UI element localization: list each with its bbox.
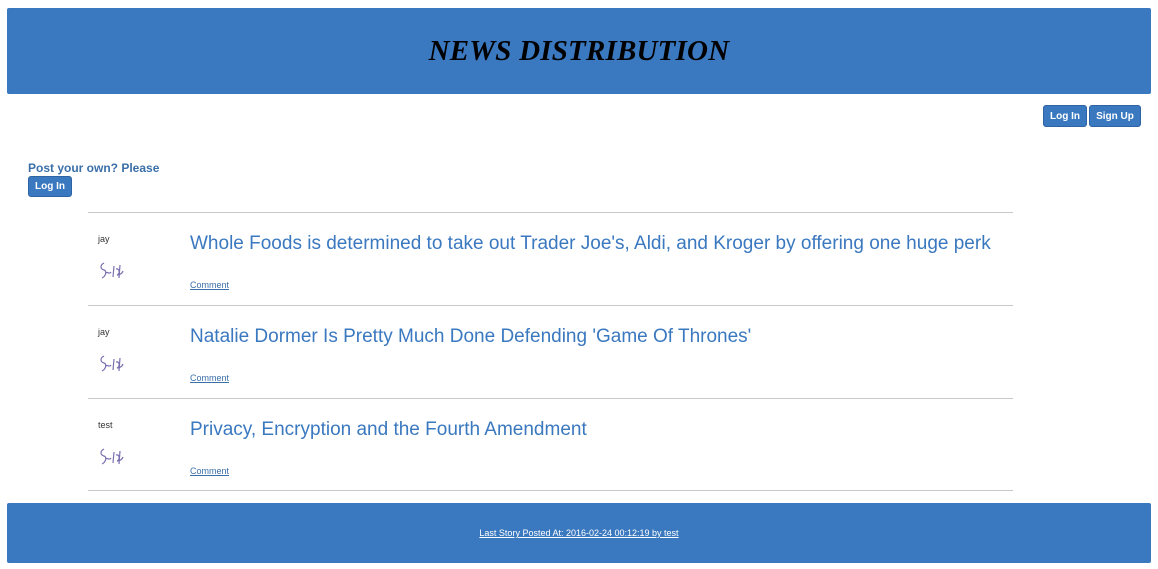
post-login-button[interactable]: Log In [28, 176, 72, 197]
comment-link[interactable]: Comment [190, 280, 229, 290]
story-author: jay [98, 234, 110, 244]
story-list: jay Whole Foods is determined to take ou… [88, 212, 1013, 491]
signature-icon [100, 262, 124, 279]
comment-link[interactable]: Comment [190, 466, 229, 476]
story-author: test [98, 420, 113, 430]
story-item: jay Whole Foods is determined to take ou… [88, 212, 1013, 305]
site-footer: Last Story Posted At: 2016-02-24 00:12:1… [7, 503, 1151, 563]
story-title-link[interactable]: Privacy, Encryption and the Fourth Amend… [190, 419, 587, 441]
comment-link[interactable]: Comment [190, 373, 229, 383]
story-title-link[interactable]: Whole Foods is determined to take out Tr… [190, 233, 991, 255]
post-prompt-text: Post your own? Please [28, 161, 160, 175]
story-item: test Privacy, Encryption and the Fourth … [88, 398, 1013, 491]
signature-icon [100, 448, 124, 465]
site-title: NEWS DISTRIBUTION [428, 34, 730, 67]
story-item: jay Natalie Dormer Is Pretty Much Done D… [88, 305, 1013, 398]
site-header: NEWS DISTRIBUTION [7, 8, 1151, 94]
signature-icon [100, 355, 124, 372]
story-title-link[interactable]: Natalie Dormer Is Pretty Much Done Defen… [190, 326, 751, 348]
story-author: jay [98, 327, 110, 337]
login-button[interactable]: Log In [1043, 105, 1087, 127]
signup-button[interactable]: Sign Up [1089, 105, 1141, 127]
last-story-link[interactable]: Last Story Posted At: 2016-02-24 00:12:1… [479, 528, 678, 538]
